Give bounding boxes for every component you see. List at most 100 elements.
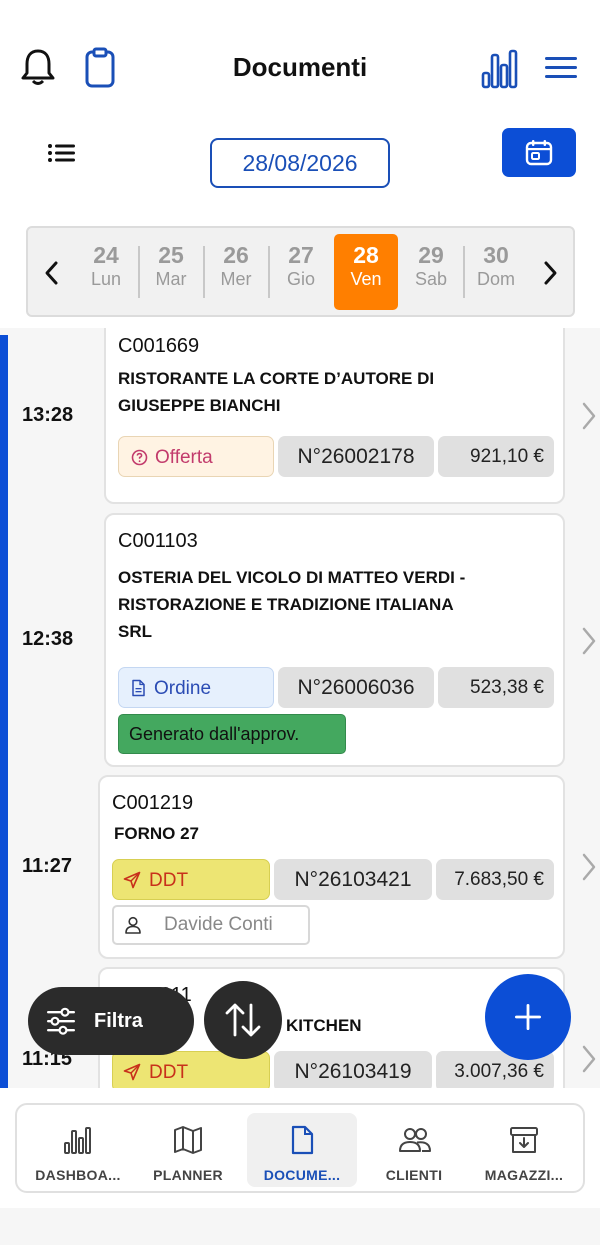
- day-28-selected[interactable]: 28 Ven: [334, 234, 398, 310]
- day-number: 24: [93, 242, 119, 268]
- document-type-label: Ordine: [154, 678, 212, 699]
- day-26[interactable]: 26 Mer: [204, 234, 268, 310]
- chevron-right-icon[interactable]: [580, 401, 598, 431]
- sort-button[interactable]: [204, 981, 282, 1059]
- send-icon: [123, 871, 141, 889]
- document-type-label: DDT: [149, 1062, 189, 1083]
- warehouse-icon: [510, 1127, 538, 1153]
- day-label: Mar: [155, 269, 187, 289]
- nav-label: DASHBOA...: [35, 1167, 121, 1183]
- document-time: 11:27: [22, 855, 73, 877]
- day-29[interactable]: 29 Sab: [399, 234, 463, 310]
- document-card[interactable]: C001103 OSTERIA DEL VICOLO DI MATTEO VER…: [104, 513, 565, 767]
- day-27[interactable]: 27 Gio: [269, 234, 333, 310]
- day-number: 26: [223, 242, 249, 268]
- date-picker-field[interactable]: 28/08/2026: [210, 138, 390, 188]
- help-circle-icon: [131, 449, 148, 466]
- nav-planner[interactable]: PLANNER: [133, 1113, 243, 1187]
- filter-button[interactable]: Filtra: [28, 987, 194, 1055]
- client-name-line: FORNO 27: [114, 824, 200, 843]
- nav-dashboard[interactable]: DASHBOA...: [23, 1113, 133, 1187]
- chevron-right-icon[interactable]: [538, 258, 562, 288]
- document-icon: [291, 1125, 314, 1155]
- bottom-safe-area: [0, 1208, 600, 1245]
- client-code: C001103: [118, 530, 198, 552]
- day-number: 29: [418, 242, 444, 268]
- document-card[interactable]: C001669 RISTORANTE LA CORTE D’AUTORE DI …: [104, 328, 565, 504]
- assigned-user-name: Davide Conti: [164, 914, 273, 935]
- plus-icon: [515, 1004, 541, 1030]
- day-label: Lun: [90, 269, 122, 289]
- client-name-line: KITCHEN: [286, 1016, 362, 1035]
- document-amount: 921,10 €: [438, 436, 554, 477]
- document-number: N°26002178: [278, 436, 434, 477]
- week-selector: 24 Lun 25 Mar 26 Mer 27 Gio 28 Ven 29 Sa…: [26, 226, 575, 317]
- document-number: N°26103421: [274, 859, 432, 900]
- nav-label: DOCUME...: [263, 1167, 341, 1183]
- document-type-label: Offerta: [155, 447, 213, 468]
- client-code: C001669: [118, 335, 200, 357]
- document-type-label: DDT: [149, 870, 189, 891]
- nav-label: MAGAZZI...: [484, 1167, 564, 1183]
- add-document-button[interactable]: [485, 974, 571, 1060]
- bottom-navigation: DASHBOA... PLANNER DOCUME... CLIENTI MAG…: [15, 1103, 585, 1193]
- nav-documents[interactable]: DOCUME...: [247, 1113, 357, 1187]
- list-view-button[interactable]: [40, 135, 80, 171]
- day-label: Mer: [220, 269, 252, 289]
- document-list[interactable]: 13:28 C001669 RISTORANTE LA CORTE D’AUTO…: [0, 328, 600, 1088]
- day-number: 27: [288, 242, 314, 268]
- document-time: 13:28: [22, 404, 74, 426]
- sliders-icon: [47, 1007, 75, 1035]
- list-icon: [48, 144, 75, 162]
- generated-badge: Generato dall'approv.: [118, 714, 346, 754]
- client-name-line: RISTORAZIONE E TRADIZIONE ITALIANA: [118, 595, 454, 614]
- document-time: 12:38: [22, 628, 74, 650]
- hamburger-menu-icon[interactable]: [544, 56, 578, 80]
- chevron-left-icon[interactable]: [40, 258, 64, 288]
- nav-clients[interactable]: CLIENTI: [359, 1113, 469, 1187]
- sort-arrows-icon: [225, 1003, 261, 1037]
- chevron-right-icon[interactable]: [580, 852, 598, 882]
- day-25[interactable]: 25 Mar: [139, 234, 203, 310]
- filter-label: Filtra: [94, 1010, 143, 1032]
- user-icon: [125, 916, 141, 934]
- chevron-right-icon[interactable]: [580, 626, 598, 656]
- chevron-right-icon[interactable]: [580, 1044, 598, 1074]
- document-amount: 7.683,50 €: [436, 859, 554, 900]
- document-type-badge: Offerta: [118, 436, 274, 477]
- day-label: Sab: [414, 269, 448, 289]
- calendar-icon: [525, 140, 553, 166]
- client-code: C001219: [112, 792, 194, 814]
- document-amount-value: 523,38 €: [470, 677, 544, 698]
- nav-label: CLIENTI: [385, 1167, 443, 1183]
- timeline-bar: [0, 335, 8, 1088]
- dashboard-icon: [64, 1127, 91, 1154]
- day-30[interactable]: 30 Dom: [464, 234, 528, 310]
- nav-warehouse[interactable]: MAGAZZI...: [469, 1113, 579, 1187]
- day-number: 28: [353, 242, 379, 268]
- day-label: Dom: [476, 269, 515, 289]
- clients-icon: [399, 1128, 431, 1152]
- day-number: 30: [483, 242, 509, 268]
- document-amount-value: 921,10 €: [470, 446, 544, 467]
- map-icon: [174, 1126, 202, 1154]
- calendar-button[interactable]: [502, 128, 576, 177]
- document-card[interactable]: C001219 FORNO 27 DDT N°26103421 7.683,50…: [98, 775, 565, 959]
- client-name-line: OSTERIA DEL VICOLO DI MATTEO VERDI -: [118, 568, 466, 587]
- day-24[interactable]: 24 Lun: [74, 234, 138, 310]
- document-type-badge: DDT: [112, 859, 270, 900]
- document-amount-value: 3.007,36 €: [454, 1061, 544, 1082]
- day-label: Gio: [286, 269, 315, 289]
- nav-label: PLANNER: [153, 1167, 223, 1183]
- client-name-line: RISTORANTE LA CORTE D’AUTORE DI: [118, 369, 435, 388]
- bar-chart-icon[interactable]: [481, 47, 519, 89]
- document-amount-value: 7.683,50 €: [454, 869, 544, 890]
- client-name-line: SRL: [118, 622, 152, 641]
- app-header: Documenti: [0, 0, 600, 120]
- document-amount: 523,38 €: [438, 667, 554, 708]
- client-name-line: GIUSEPPE BIANCHI: [118, 396, 281, 415]
- day-number: 25: [158, 242, 184, 268]
- send-icon: [123, 1063, 141, 1081]
- document-number: N°26103419: [274, 1051, 432, 1088]
- document-type-badge: Ordine: [118, 667, 274, 708]
